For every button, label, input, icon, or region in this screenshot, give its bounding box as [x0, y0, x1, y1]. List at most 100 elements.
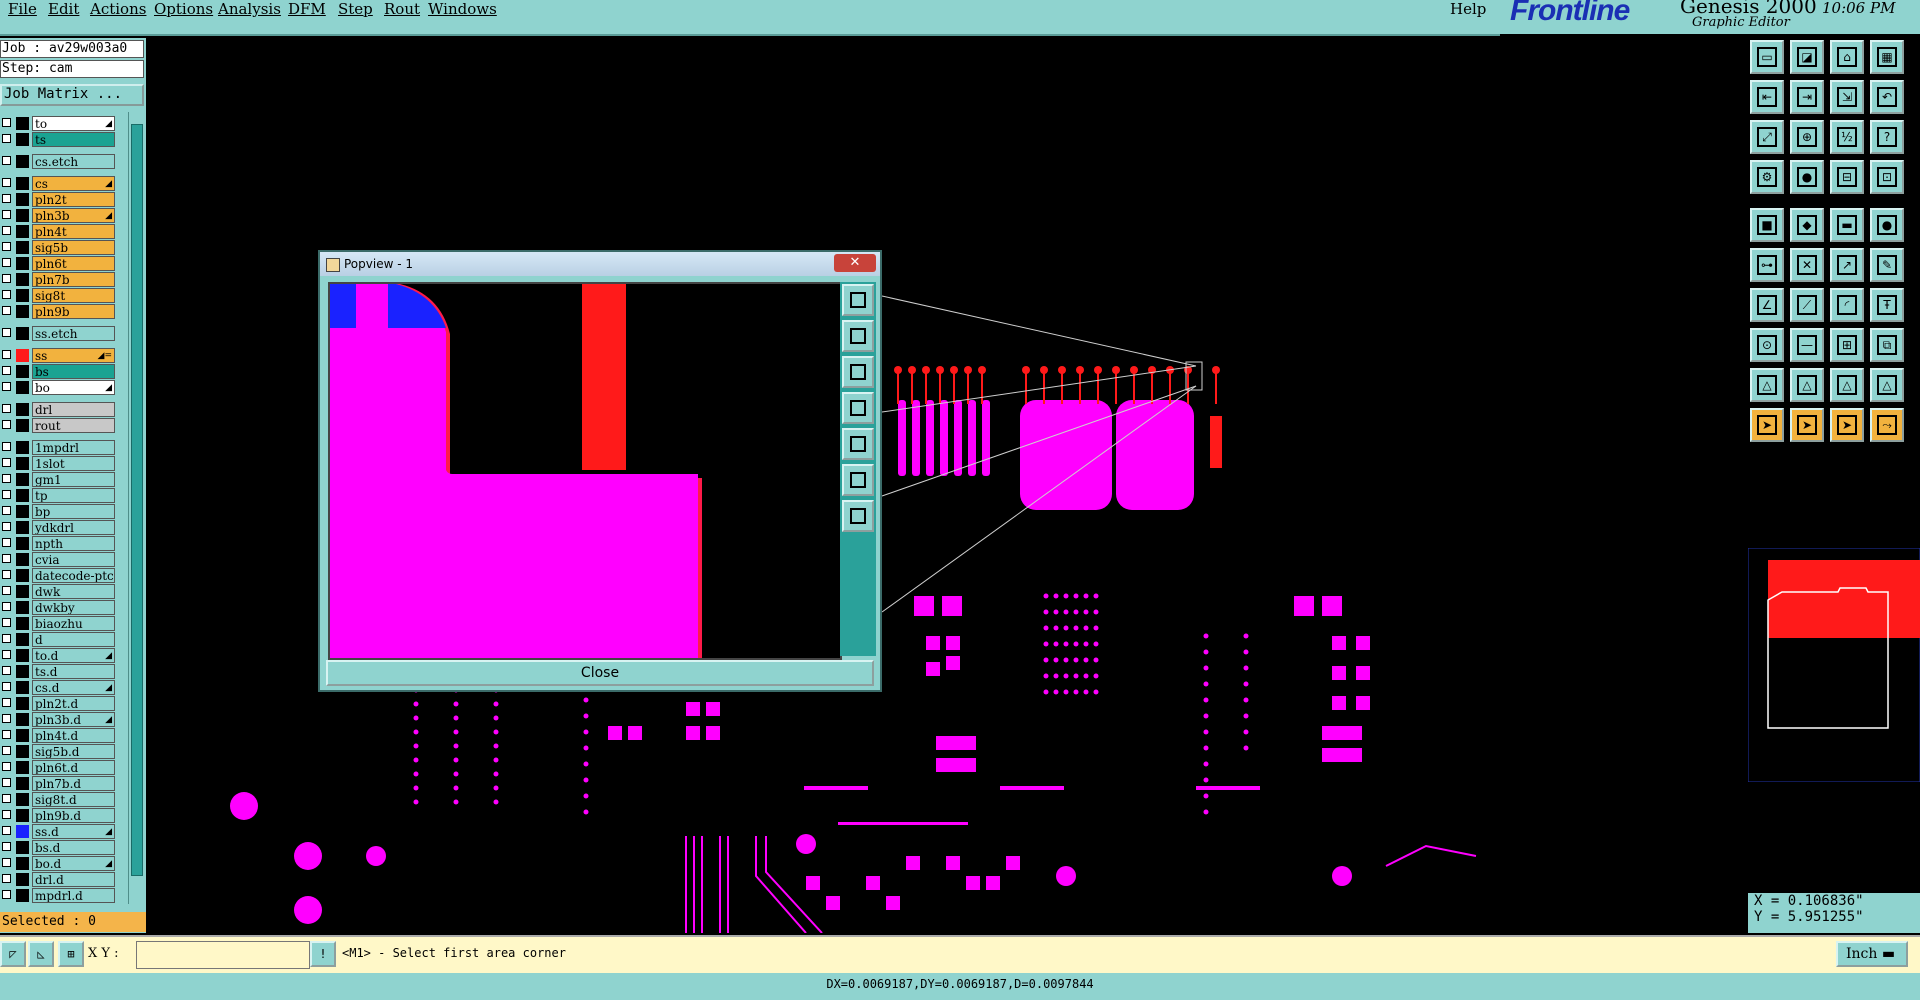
layer-name[interactable]: cvia: [32, 552, 115, 567]
layer-color-swatch[interactable]: [16, 225, 29, 238]
layer-row[interactable]: datecode-ptc: [0, 568, 116, 583]
layer-checkbox[interactable]: [2, 858, 11, 867]
layer-color-swatch[interactable]: [16, 633, 29, 646]
tool-button[interactable]: ⊟: [1830, 160, 1864, 194]
layer-row[interactable]: to ◢: [0, 116, 116, 131]
layer-name[interactable]: ss ◢=: [32, 348, 115, 363]
layer-row[interactable]: sig8t.d: [0, 792, 116, 807]
layer-color-swatch[interactable]: [16, 505, 29, 518]
layer-row[interactable]: cs.etch: [0, 154, 116, 169]
tool-button[interactable]: ➤: [1790, 408, 1824, 442]
tool-button[interactable]: ⊶: [1750, 248, 1784, 282]
zoom-fit-icon[interactable]: [842, 284, 874, 316]
layer-checkbox[interactable]: [2, 554, 11, 563]
layer-name[interactable]: sig5b: [32, 240, 115, 255]
layer-name[interactable]: drl.d: [32, 872, 115, 887]
layer-name[interactable]: pln7b.d: [32, 776, 115, 791]
layer-checkbox[interactable]: [2, 602, 11, 611]
info-icon[interactable]: !: [310, 941, 336, 967]
layer-color-swatch[interactable]: [16, 841, 29, 854]
layer-color-swatch[interactable]: [16, 257, 29, 270]
layer-color-swatch[interactable]: [16, 665, 29, 678]
pan-left-icon[interactable]: [842, 392, 874, 424]
layer-name[interactable]: pln6t.d: [32, 760, 115, 775]
tool-button[interactable]: Ŧ: [1870, 288, 1904, 322]
tool-button[interactable]: ⤳: [1870, 408, 1904, 442]
layer-row[interactable]: pln3b ◢: [0, 208, 116, 223]
layer-checkbox[interactable]: [2, 538, 11, 547]
layer-color-swatch[interactable]: [16, 681, 29, 694]
layer-checkbox[interactable]: [2, 490, 11, 499]
layer-checkbox[interactable]: [2, 634, 11, 643]
layer-row[interactable]: cs ◢: [0, 176, 116, 191]
tool-button[interactable]: △: [1870, 368, 1904, 402]
layer-name[interactable]: cs.etch: [32, 154, 115, 169]
center-icon[interactable]: [842, 500, 874, 532]
layer-row[interactable]: mpdrl.d: [0, 888, 116, 903]
menu-options[interactable]: Options: [154, 0, 213, 18]
layer-row[interactable]: pln2t: [0, 192, 116, 207]
layer-row[interactable]: pln9b: [0, 304, 116, 319]
layer-color-swatch[interactable]: [16, 569, 29, 582]
layer-row[interactable]: drl.d: [0, 872, 116, 887]
layer-name[interactable]: biaozhu: [32, 616, 115, 631]
layer-checkbox[interactable]: [2, 522, 11, 531]
layer-row[interactable]: npth: [0, 536, 116, 551]
menu-edit[interactable]: Edit: [48, 0, 79, 18]
layer-name[interactable]: dwk: [32, 584, 115, 599]
pan-right-icon[interactable]: [842, 428, 874, 460]
layer-name[interactable]: datecode-ptc: [32, 568, 115, 583]
tool-button[interactable]: ⧉: [1870, 328, 1904, 362]
tool-button[interactable]: ⊡: [1870, 160, 1904, 194]
layer-color-swatch[interactable]: [16, 419, 29, 432]
layer-checkbox[interactable]: [2, 826, 11, 835]
layer-name[interactable]: d: [32, 632, 115, 647]
layer-row[interactable]: pln9b.d: [0, 808, 116, 823]
layer-color-swatch[interactable]: [16, 585, 29, 598]
layer-color-swatch[interactable]: [16, 133, 29, 146]
layer-row[interactable]: to.d ◢: [0, 648, 116, 663]
layer-row[interactable]: ts: [0, 132, 116, 147]
layer-color-swatch[interactable]: [16, 777, 29, 790]
layer-color-swatch[interactable]: [16, 349, 29, 362]
layer-name[interactable]: pln6t: [32, 256, 115, 271]
layer-row[interactable]: bo ◢: [0, 380, 116, 395]
layer-color-swatch[interactable]: [16, 553, 29, 566]
snap-icon[interactable]: ◸: [0, 941, 26, 967]
layer-checkbox[interactable]: [2, 306, 11, 315]
tool-button[interactable]: ●: [1870, 208, 1904, 242]
grid-icon[interactable]: ⊞: [58, 941, 84, 967]
layer-row[interactable]: pln7b: [0, 272, 116, 287]
tool-button[interactable]: ➤: [1830, 408, 1864, 442]
tool-button[interactable]: ◆: [1790, 208, 1824, 242]
tool-button[interactable]: ✕: [1790, 248, 1824, 282]
tool-button[interactable]: ½: [1830, 120, 1864, 154]
zoom-in-icon[interactable]: [842, 320, 874, 352]
layer-color-swatch[interactable]: [16, 403, 29, 416]
tool-button[interactable]: ▦: [1870, 40, 1904, 74]
layer-checkbox[interactable]: [2, 762, 11, 771]
tool-button[interactable]: ⟋: [1790, 288, 1824, 322]
layer-color-swatch[interactable]: [16, 521, 29, 534]
menu-file[interactable]: File: [8, 0, 37, 18]
layer-row[interactable]: biaozhu: [0, 616, 116, 631]
unit-selector[interactable]: Inch ▬: [1836, 941, 1908, 967]
layer-name[interactable]: pln2t: [32, 192, 115, 207]
tool-button[interactable]: ●: [1790, 160, 1824, 194]
layer-checkbox[interactable]: [2, 366, 11, 375]
layer-checkbox[interactable]: [2, 458, 11, 467]
zoom-out-icon[interactable]: [842, 356, 874, 388]
tool-button[interactable]: ⇤: [1750, 80, 1784, 114]
layer-name[interactable]: ss.d ◢: [32, 824, 115, 839]
layer-row[interactable]: 1slot: [0, 456, 116, 471]
layer-color-swatch[interactable]: [16, 617, 29, 630]
layer-checkbox[interactable]: [2, 194, 11, 203]
layer-name[interactable]: pln3b.d ◢: [32, 712, 115, 727]
popview-close-button[interactable]: Close: [326, 660, 874, 686]
layer-color-swatch[interactable]: [16, 489, 29, 502]
layer-name[interactable]: pln9b.d: [32, 808, 115, 823]
menu-dfm[interactable]: DFM: [288, 0, 326, 18]
tool-button[interactable]: ⇥: [1790, 80, 1824, 114]
layer-checkbox[interactable]: [2, 290, 11, 299]
layer-row[interactable]: tp: [0, 488, 116, 503]
